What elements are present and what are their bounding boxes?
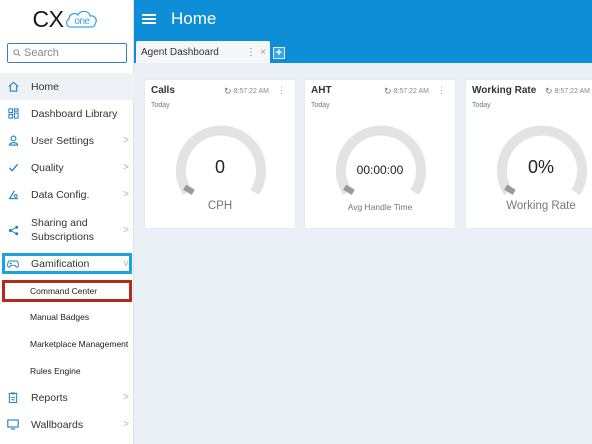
- sidebar-subitem-label: Manual Badges: [30, 312, 90, 322]
- sidebar-item-label: Gamification: [31, 257, 90, 270]
- refresh-icon[interactable]: ↻: [545, 86, 553, 97]
- monitor-icon: [1, 419, 25, 430]
- logo-cloud-text: one: [75, 16, 91, 27]
- widget-card-working-rate[interactable]: Working Rate ↻ 8:57:22 AM Today 0% Workin…: [466, 80, 592, 228]
- search-box[interactable]: [7, 43, 127, 63]
- card-subtitle: Today: [311, 102, 330, 109]
- top-header: Home: [134, 0, 592, 38]
- card-timestamp: ↻ 8:57:22 AM: [384, 86, 429, 97]
- sidebar-subitem-marketplace-management[interactable]: Marketplace Management: [0, 331, 134, 357]
- share-icon: [1, 225, 25, 236]
- sidebar-item-label: Sharing and Subscriptions: [31, 217, 95, 243]
- kebab-menu-icon[interactable]: ⋮: [277, 85, 286, 96]
- dashboard-grid-icon: [1, 108, 25, 119]
- kebab-menu-icon[interactable]: ⋮: [437, 85, 446, 96]
- widget-card-aht[interactable]: AHT ↻ 8:57:22 AM ⋮ Today 00:00:00 Avg Han…: [305, 80, 455, 228]
- chevron-right-icon: >: [123, 162, 129, 173]
- card-title: Working Rate: [472, 85, 537, 96]
- refresh-icon[interactable]: ↻: [384, 86, 392, 97]
- sidebar-item-label: Reports: [31, 391, 68, 404]
- sidebar-subitem-manual-badges[interactable]: Manual Badges: [0, 304, 134, 330]
- card-time-text: 8:57:22 AM: [554, 88, 590, 95]
- home-icon: [1, 81, 25, 92]
- chevron-right-icon: >: [123, 224, 129, 236]
- sidebar-subitem-label: Rules Engine: [30, 366, 81, 376]
- card-subtitle: Today: [151, 102, 170, 109]
- widget-card-calls[interactable]: Calls ↻ 8:57:22 AM ⋮ Today 0 CPH: [145, 80, 295, 228]
- checkmark-icon: [1, 162, 25, 173]
- gauge-value: 0%: [527, 157, 554, 177]
- search-icon: [13, 49, 21, 57]
- gauge-value: 0: [214, 157, 225, 177]
- chevron-down-icon: v: [123, 258, 129, 269]
- kebab-menu-icon[interactable]: ⋮: [246, 47, 256, 58]
- tab-agent-dashboard[interactable]: Agent Dashboard ⋮ ×: [136, 41, 270, 63]
- sidebar-item-wallboards[interactable]: Wallboards >: [0, 411, 134, 438]
- sidebar-subitem-rules-engine[interactable]: Rules Engine: [0, 358, 134, 384]
- sidebar-item-data-config[interactable]: Data Config. >: [0, 181, 134, 208]
- cloud-icon: one: [66, 10, 98, 28]
- card-subtitle: Today: [472, 102, 491, 109]
- cxone-logo[interactable]: CX one: [0, 0, 133, 38]
- card-title: Calls: [151, 85, 175, 96]
- gauge-caption: Working Rate: [506, 200, 576, 212]
- sidebar-item-label: Home: [31, 80, 60, 93]
- sidebar-item-gamification[interactable]: Gamification v: [0, 250, 134, 277]
- sidebar: CX one Home Dashboard Library User: [0, 0, 134, 444]
- card-time-text: 8:57:22 AM: [233, 88, 269, 95]
- report-icon: [1, 392, 25, 403]
- sidebar-item-label: User Settings: [31, 134, 95, 147]
- sidebar-item-dashboard-library[interactable]: Dashboard Library: [0, 100, 134, 127]
- sidebar-item-label: Data Config.: [31, 188, 90, 201]
- refresh-icon[interactable]: ↻: [224, 86, 232, 97]
- sidebar-subitem-command-center[interactable]: Command Center: [0, 278, 134, 304]
- gauge-caption: Avg Handle Time: [347, 202, 413, 212]
- sidebar-item-sharing-subscriptions[interactable]: Sharing and Subscriptions >: [0, 211, 134, 249]
- logo-text: CX: [32, 5, 64, 32]
- sidebar-item-label: Quality: [31, 161, 64, 174]
- sidebar-subitem-label: Marketplace Management: [30, 339, 129, 349]
- data-config-icon: [1, 189, 25, 200]
- card-timestamp: ↻ 8:57:22 AM: [224, 86, 269, 97]
- add-tab-button[interactable]: +: [273, 47, 285, 59]
- hamburger-icon[interactable]: [142, 9, 160, 30]
- sidebar-item-label: Dashboard Library: [31, 107, 118, 120]
- user-icon: [1, 135, 25, 146]
- tab-bar: Agent Dashboard ⋮ × +: [134, 38, 592, 63]
- card-time-text: 8:57:22 AM: [393, 88, 429, 95]
- chevron-right-icon: >: [123, 189, 129, 200]
- sidebar-item-reports[interactable]: Reports >: [0, 384, 134, 411]
- card-timestamp: ↻ 8:57:22 AM: [545, 86, 590, 97]
- chevron-right-icon: >: [123, 135, 129, 146]
- tab-label: Agent Dashboard: [141, 46, 219, 58]
- gamepad-icon: [1, 259, 25, 269]
- sidebar-item-home[interactable]: Home: [0, 73, 134, 100]
- card-title: AHT: [311, 85, 332, 96]
- page-title: Home: [171, 9, 217, 28]
- close-icon[interactable]: ×: [256, 47, 270, 58]
- gauge-value: 00:00:00: [356, 163, 404, 177]
- sidebar-item-quality[interactable]: Quality >: [0, 154, 134, 181]
- search-input[interactable]: [24, 47, 119, 59]
- chevron-right-icon: >: [123, 419, 129, 430]
- chevron-right-icon: >: [123, 392, 129, 403]
- sidebar-subitem-label: Command Center: [30, 286, 98, 296]
- gauge-caption: CPH: [207, 200, 233, 212]
- sidebar-item-user-settings[interactable]: User Settings >: [0, 127, 134, 154]
- sidebar-item-label: Wallboards: [31, 418, 84, 431]
